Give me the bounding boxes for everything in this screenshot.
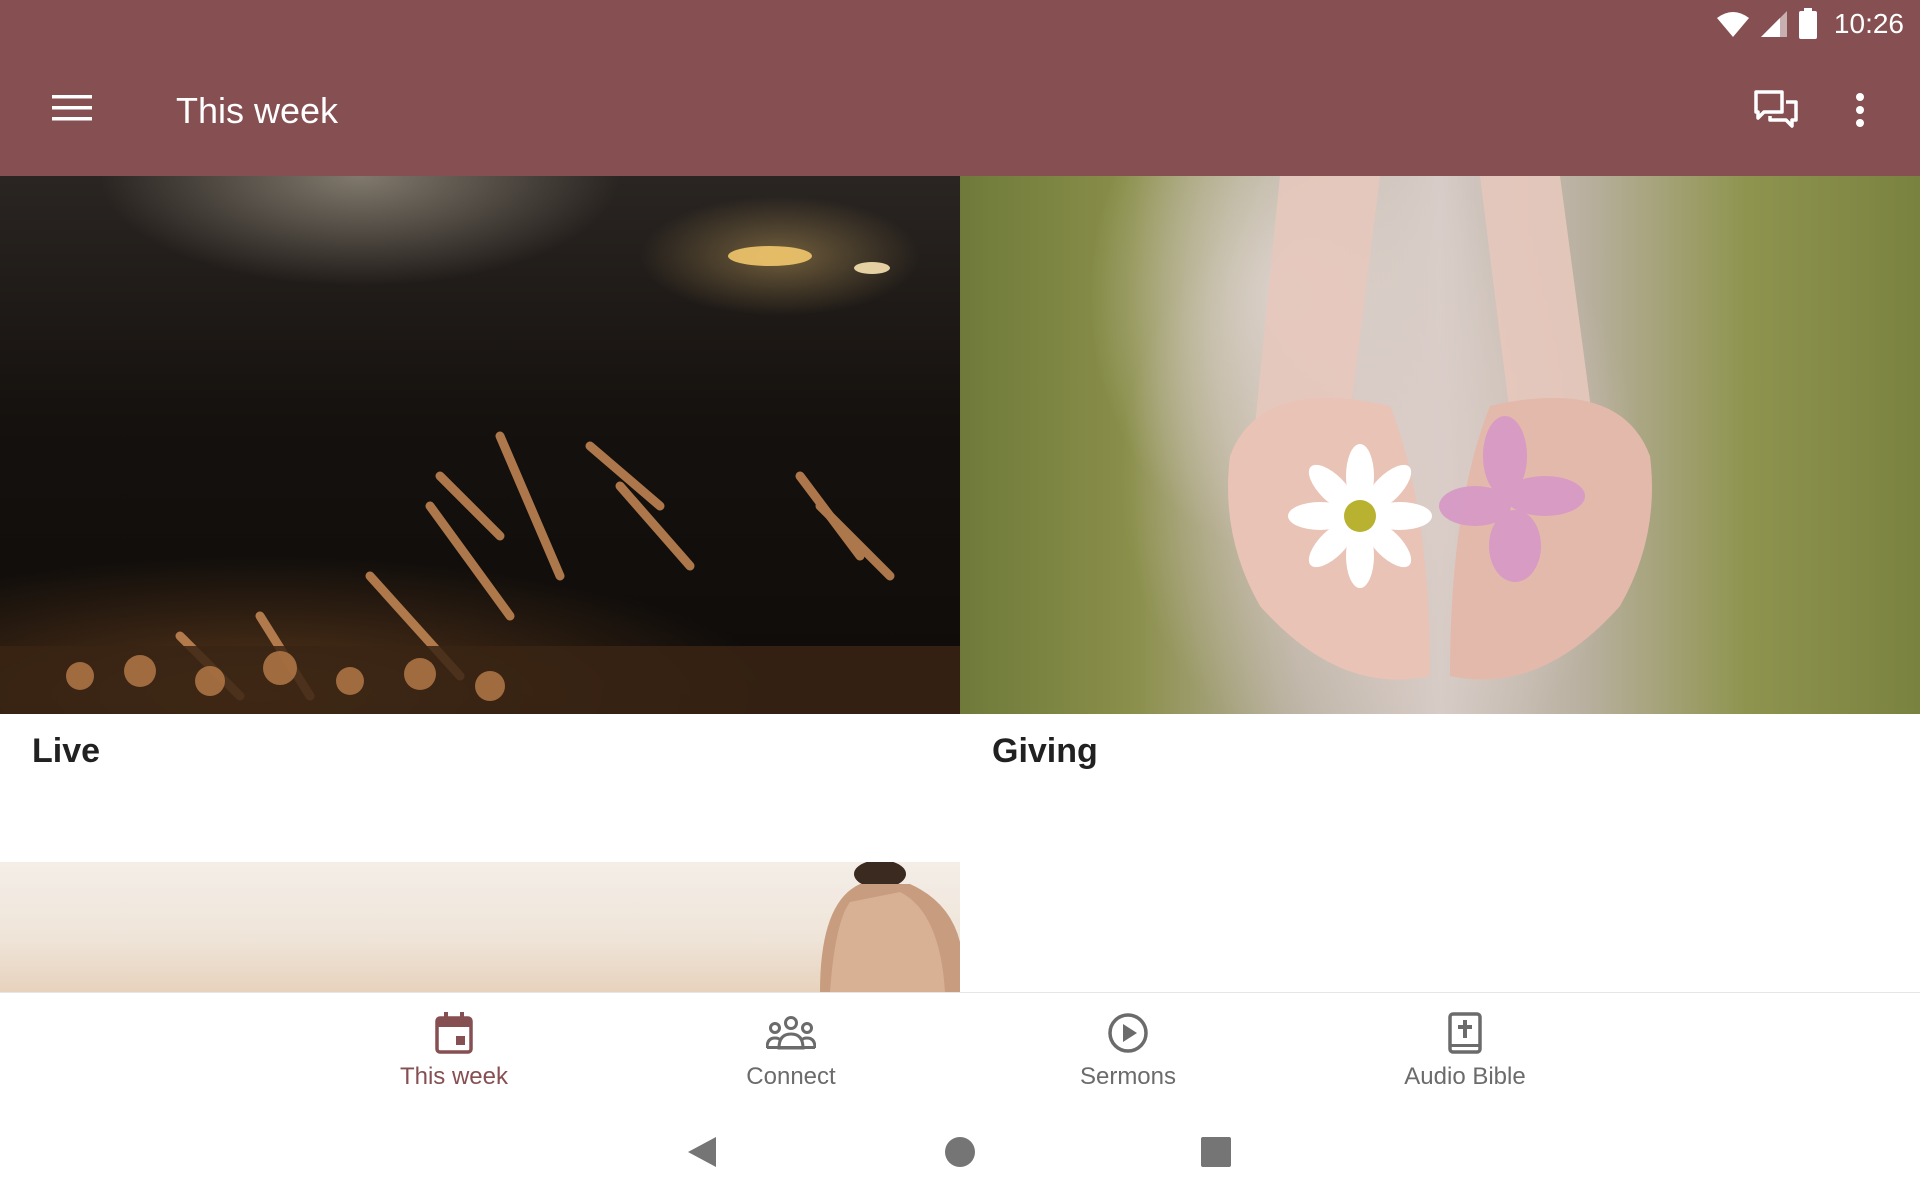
nav-label: Sermons [1079,1063,1177,1090]
nav-label: This week [399,1063,509,1090]
chat-icon [1754,89,1798,135]
nav-label: Connect [746,1063,836,1090]
card-third-image [0,862,960,992]
wifi-icon [1716,10,1750,38]
system-back-button[interactable] [674,1126,730,1182]
more-vert-icon [1854,92,1866,133]
nav-connect[interactable]: Connect [671,993,911,1103]
status-time: 10:26 [1833,8,1904,39]
card-live-image [0,176,960,714]
status-bar: 10:26 [1716,6,1904,42]
nav-audio-bible[interactable]: Audio Bible [1345,993,1585,1103]
menu-button[interactable] [40,85,104,135]
card-title: Giving [992,732,1098,770]
card-title: Live [32,732,101,770]
system-recents-button[interactable] [1188,1126,1244,1182]
calendar-icon [435,1009,473,1057]
overflow-menu-button[interactable] [1836,86,1884,138]
card-live[interactable]: Live [0,176,960,866]
back-icon [686,1135,718,1174]
hamburger-menu-icon [52,93,92,128]
system-navigation-bar [0,1102,1920,1200]
chat-button[interactable] [1748,86,1804,138]
nav-this-week[interactable]: This week [334,993,574,1103]
home-icon [944,1136,976,1173]
cell-signal-icon [1760,10,1788,38]
content-grid: Live Giving [0,176,1920,992]
group-icon [766,1009,816,1057]
battery-icon [1798,8,1818,40]
card-giving[interactable]: Giving [960,176,1920,866]
bottom-navigation: This week Connect Sermons Audio Bible [0,992,1920,1102]
nav-label: Audio Bible [1404,1063,1526,1090]
nav-sermons[interactable]: Sermons [1008,993,1248,1103]
app-bar: 10:26 This week [0,0,1920,176]
bible-icon [1447,1009,1483,1057]
card-third[interactable] [0,862,960,992]
system-home-button[interactable] [932,1126,988,1182]
card-giving-image [960,176,1920,714]
recents-icon [1201,1136,1231,1172]
page-title: This week [176,90,339,131]
play-circle-icon [1107,1009,1149,1057]
